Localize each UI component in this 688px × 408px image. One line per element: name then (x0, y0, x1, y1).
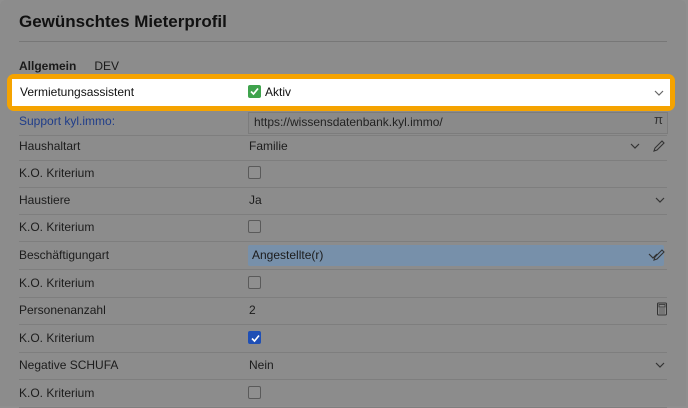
support-url-field[interactable]: https://wissensdatenbank.kyl.immo/ (248, 112, 668, 134)
haustiere-label: Haustiere (19, 193, 71, 207)
row-haushaltart: Haushaltart Familie (19, 133, 667, 161)
tab-dev[interactable]: DEV (94, 59, 119, 73)
ko-checkbox[interactable] (248, 220, 261, 233)
ko-checkbox[interactable] (248, 386, 261, 399)
schufa-value[interactable]: Nein (249, 352, 274, 379)
ko-label: K.O. Kriterium (19, 220, 95, 234)
highlight-frame: Vermietungsassistent Aktiv (7, 74, 675, 111)
support-url-value: https://wissensdatenbank.kyl.immo/ (254, 115, 443, 129)
status-text: Aktiv (265, 85, 292, 99)
beschaeftigungart-value: Angestellte(r) (252, 248, 324, 262)
row-personenanzahl: Personenanzahl 2 (19, 297, 667, 325)
tab-allgemein[interactable]: Allgemein (19, 59, 76, 73)
beschaeftigungart-label: Beschäftigungart (19, 248, 110, 262)
schufa-label: Negative SCHUFA (19, 358, 119, 372)
row-haustiere: Haustiere Ja (19, 187, 667, 215)
row-vermietungsassistent[interactable]: Vermietungsassistent Aktiv (12, 79, 670, 106)
haushaltart-value[interactable]: Familie (249, 133, 288, 160)
calculator-icon[interactable] (655, 302, 669, 316)
ko-checkbox-checked[interactable] (248, 331, 261, 344)
personenanzahl-value[interactable]: 2 (249, 297, 256, 324)
personenanzahl-label: Personenanzahl (19, 303, 106, 317)
ko-label: K.O. Kriterium (19, 386, 95, 400)
divider (19, 41, 667, 42)
ko-label: K.O. Kriterium (19, 166, 95, 180)
row-ko-haushaltart: K.O. Kriterium (19, 160, 667, 188)
vermietungsassistent-value[interactable]: Aktiv (248, 79, 291, 106)
pencil-icon[interactable] (652, 139, 666, 153)
support-link[interactable]: Support kyl.immo: (19, 108, 115, 135)
haustiere-value[interactable]: Ja (249, 187, 262, 214)
pencil-icon[interactable] (652, 248, 666, 262)
row-ko-haustiere: K.O. Kriterium (19, 214, 667, 242)
chevron-down-icon[interactable] (653, 87, 665, 99)
tab-bar: Allgemein DEV (19, 59, 119, 73)
checkmark-icon (251, 334, 260, 343)
ko-checkbox[interactable] (248, 276, 261, 289)
chevron-down-icon[interactable] (629, 140, 641, 152)
check-mark-icon (248, 85, 261, 98)
ko-label: K.O. Kriterium (19, 331, 95, 345)
ko-checkbox[interactable] (248, 166, 261, 179)
row-ko-personenanzahl: K.O. Kriterium (19, 325, 667, 353)
pi-icon[interactable]: π (654, 112, 668, 127)
chevron-down-icon[interactable] (654, 359, 666, 371)
page-title: Gewünschtes Mieterprofil (19, 12, 227, 31)
row-negative-schufa: Negative SCHUFA Nein (19, 352, 667, 380)
ko-label: K.O. Kriterium (19, 276, 95, 290)
row-support: Support kyl.immo: https://wissensdatenba… (19, 108, 668, 136)
tenant-profile-panel: Gewünschtes Mieterprofil Allgemein DEV S… (0, 0, 686, 408)
chevron-down-icon[interactable] (654, 194, 666, 206)
beschaeftigungart-select[interactable]: Angestellte(r) (248, 245, 664, 266)
row-ko-beschaeftigungart: K.O. Kriterium (19, 270, 667, 298)
vermietungsassistent-label: Vermietungsassistent (20, 85, 135, 99)
row-ko-schufa: K.O. Kriterium (19, 380, 667, 408)
row-beschaeftigungart: Beschäftigungart Angestellte(r) (19, 242, 667, 270)
haushaltart-label: Haushaltart (19, 139, 81, 153)
